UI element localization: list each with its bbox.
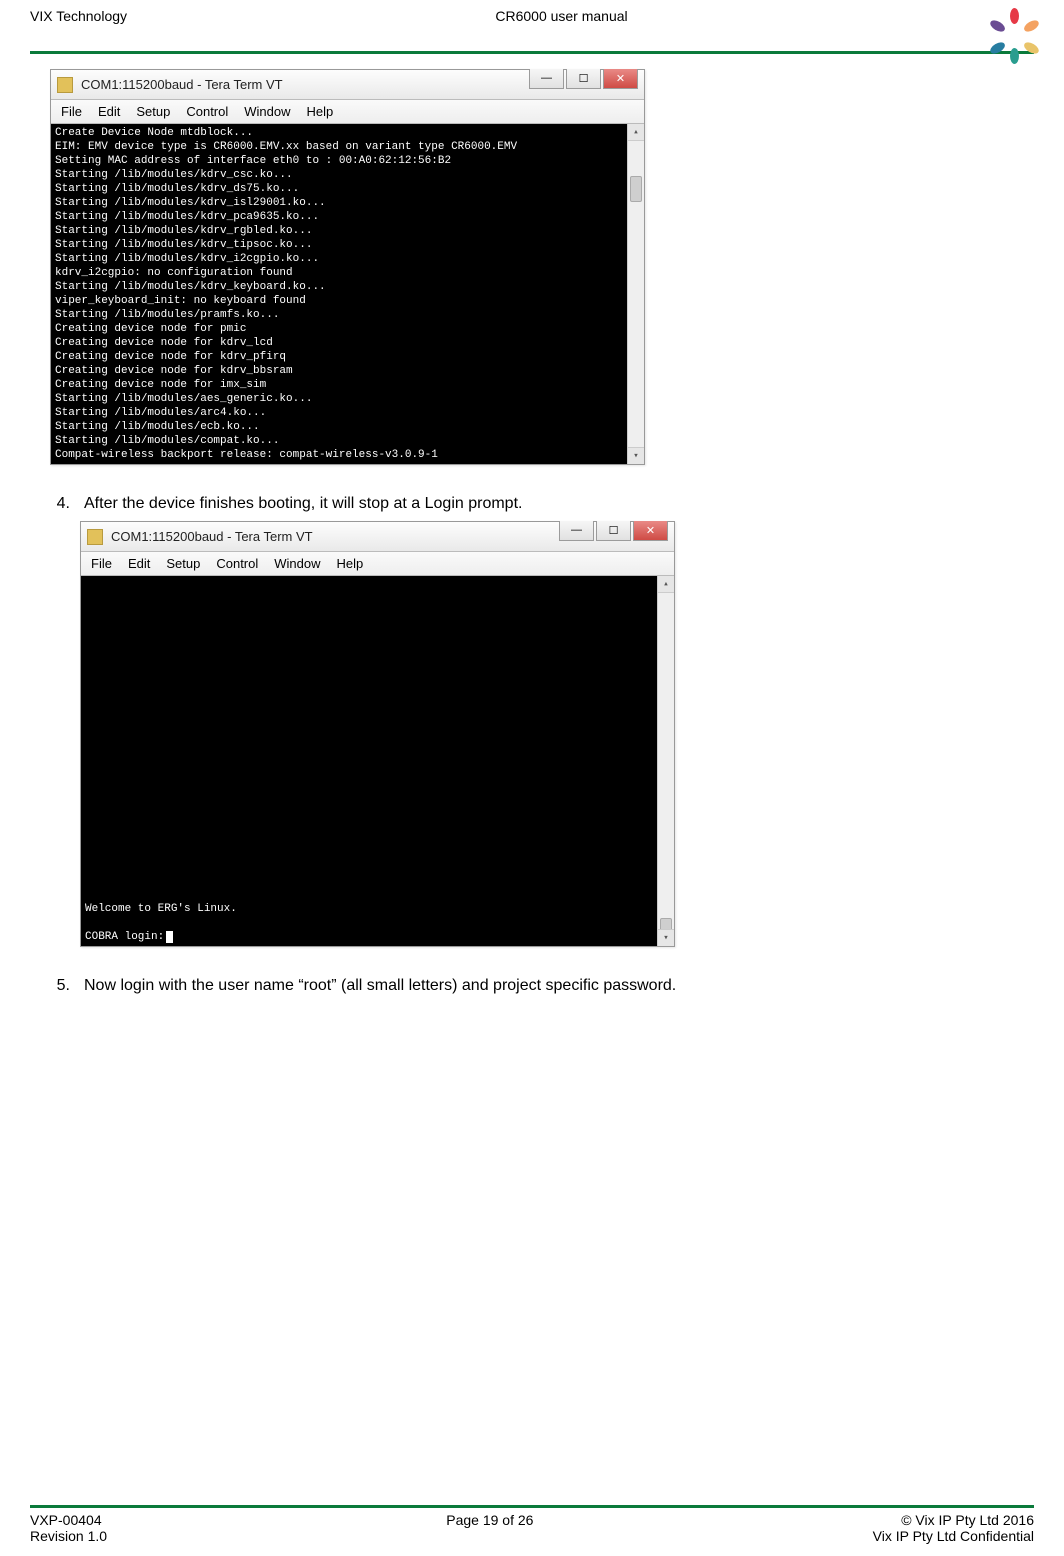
terminal-line: Create Device Node mtdblock...	[55, 126, 624, 140]
terminal-line: Starting /lib/modules/kdrv_i2cgpio.ko...	[55, 252, 624, 266]
terminal-line: EIM: EMV device type is CR6000.EMV.xx ba…	[55, 140, 624, 154]
terminal-line: Starting /lib/modules/pramfs.ko...	[55, 308, 624, 322]
footer-left: VXP-00404 Revision 1.0	[30, 1512, 107, 1544]
scroll-up-icon[interactable]: ▴	[628, 124, 644, 141]
minimize-button[interactable]: —	[529, 69, 564, 89]
teraterm-app-icon	[57, 77, 73, 93]
terminal-line: Starting /lib/modules/kdrv_keyboard.ko..…	[55, 280, 624, 294]
terminal-blank-line	[85, 916, 654, 930]
terminal-line: Starting /lib/modules/ecb.ko...	[55, 420, 624, 434]
terminal-line: Creating device node for kdrv_bbsram	[55, 364, 624, 378]
terminal-welcome-line: Welcome to ERG's Linux.	[85, 902, 654, 916]
scroll-up-icon[interactable]: ▴	[658, 576, 674, 593]
menu-item[interactable]: Help	[307, 104, 334, 119]
menu-item[interactable]: File	[91, 556, 112, 571]
minimize-button[interactable]: —	[559, 521, 594, 541]
terminal-line: Starting /lib/modules/kdrv_tipsoc.ko...	[55, 238, 624, 252]
step-number: 4.	[50, 495, 70, 513]
menu-item[interactable]: Control	[216, 556, 258, 571]
terminal-line: Compat-wireless backport release: compat…	[55, 448, 624, 462]
window-title: COM1:115200baud - Tera Term VT	[81, 77, 283, 92]
instruction-step-5: 5. Now login with the user name “root” (…	[50, 977, 1024, 995]
step-text: After the device finishes booting, it wi…	[84, 495, 522, 513]
page-header: VIX Technology CR6000 user manual	[0, 0, 1064, 51]
terminal-line: Creating device node for imx_sim	[55, 378, 624, 392]
doc-code: VXP-00404	[30, 1512, 107, 1528]
window-title: COM1:115200baud - Tera Term VT	[111, 529, 313, 544]
scroll-down-icon[interactable]: ▾	[658, 929, 674, 946]
scroll-down-icon[interactable]: ▾	[628, 447, 644, 464]
menu-item[interactable]: File	[61, 104, 82, 119]
terminal-line: Starting /lib/modules/kdrv_csc.ko...	[55, 168, 624, 182]
terminal-line: Starting /lib/modules/kdrv_isl29001.ko..…	[55, 196, 624, 210]
terminal-line: viper_keyboard_init: no keyboard found	[55, 294, 624, 308]
close-button[interactable]: ✕	[603, 69, 638, 89]
terminal-line: Starting /lib/modules/kdrv_rgbled.ko...	[55, 224, 624, 238]
header-doc-title: CR6000 user manual	[495, 8, 627, 24]
close-button[interactable]: ✕	[633, 521, 668, 541]
page-footer: VXP-00404 Revision 1.0 Page 19 of 26 © V…	[0, 1505, 1064, 1544]
step-text: Now login with the user name “root” (all…	[84, 977, 676, 995]
footer-center: Page 19 of 26	[446, 1512, 533, 1544]
terminal-window-boot: COM1:115200baud - Tera Term VT — ☐ ✕ Fil…	[50, 69, 645, 465]
terminal-line: kdrv_i2cgpio: no configuration found	[55, 266, 624, 280]
terminal-line: Starting /lib/modules/arc4.ko...	[55, 406, 624, 420]
terminal-output: Welcome to ERG's Linux. COBRA login: ▴ ▾	[81, 576, 674, 946]
vertical-scrollbar[interactable]: ▴ ▾	[627, 124, 644, 464]
terminal-login-prompt: COBRA login:	[85, 930, 654, 944]
terminal-output: Create Device Node mtdblock... EIM: EMV …	[51, 124, 644, 464]
copyright-text: © Vix IP Pty Ltd 2016	[873, 1512, 1034, 1528]
footer-divider	[30, 1505, 1034, 1508]
page-number: Page 19 of 26	[446, 1512, 533, 1528]
terminal-line: Creating device node for kdrv_lcd	[55, 336, 624, 350]
terminal-cursor-icon	[166, 931, 173, 943]
menu-item[interactable]: Edit	[128, 556, 150, 571]
maximize-button[interactable]: ☐	[596, 521, 631, 541]
menu-item[interactable]: Setup	[166, 556, 200, 571]
terminal-line: Starting /lib/modules/kdrv_pca9635.ko...	[55, 210, 624, 224]
footer-right: © Vix IP Pty Ltd 2016 Vix IP Pty Ltd Con…	[873, 1512, 1034, 1544]
window-menubar: File Edit Setup Control Window Help	[81, 552, 674, 576]
doc-revision: Revision 1.0	[30, 1528, 107, 1544]
terminal-line: Starting /lib/modules/compat.ko...	[55, 434, 624, 448]
terminal-line: Creating device node for kdrv_pfirq	[55, 350, 624, 364]
terminal-window-login: COM1:115200baud - Tera Term VT — ☐ ✕ Fil…	[80, 521, 675, 947]
confidential-text: Vix IP Pty Ltd Confidential	[873, 1528, 1034, 1544]
maximize-button[interactable]: ☐	[566, 69, 601, 89]
menu-item[interactable]: Help	[337, 556, 364, 571]
teraterm-app-icon	[87, 529, 103, 545]
menu-item[interactable]: Window	[244, 104, 290, 119]
header-company: VIX Technology	[30, 8, 127, 24]
window-titlebar: COM1:115200baud - Tera Term VT — ☐ ✕	[81, 522, 674, 552]
window-menubar: File Edit Setup Control Window Help	[51, 100, 644, 124]
menu-item[interactable]: Edit	[98, 104, 120, 119]
menu-item[interactable]: Control	[186, 104, 228, 119]
scroll-thumb[interactable]	[630, 176, 642, 202]
menu-item[interactable]: Window	[274, 556, 320, 571]
vix-logo-icon	[996, 8, 1034, 46]
step-number: 5.	[50, 977, 70, 995]
terminal-line: Starting /lib/modules/aes_generic.ko...	[55, 392, 624, 406]
terminal-line: Starting /lib/modules/kdrv_ds75.ko...	[55, 182, 624, 196]
terminal-line: Setting MAC address of interface eth0 to…	[55, 154, 624, 168]
terminal-line: Creating device node for pmic	[55, 322, 624, 336]
vertical-scrollbar[interactable]: ▴ ▾	[657, 576, 674, 946]
menu-item[interactable]: Setup	[136, 104, 170, 119]
window-titlebar: COM1:115200baud - Tera Term VT — ☐ ✕	[51, 70, 644, 100]
instruction-step-4: 4. After the device finishes booting, it…	[50, 495, 1024, 513]
